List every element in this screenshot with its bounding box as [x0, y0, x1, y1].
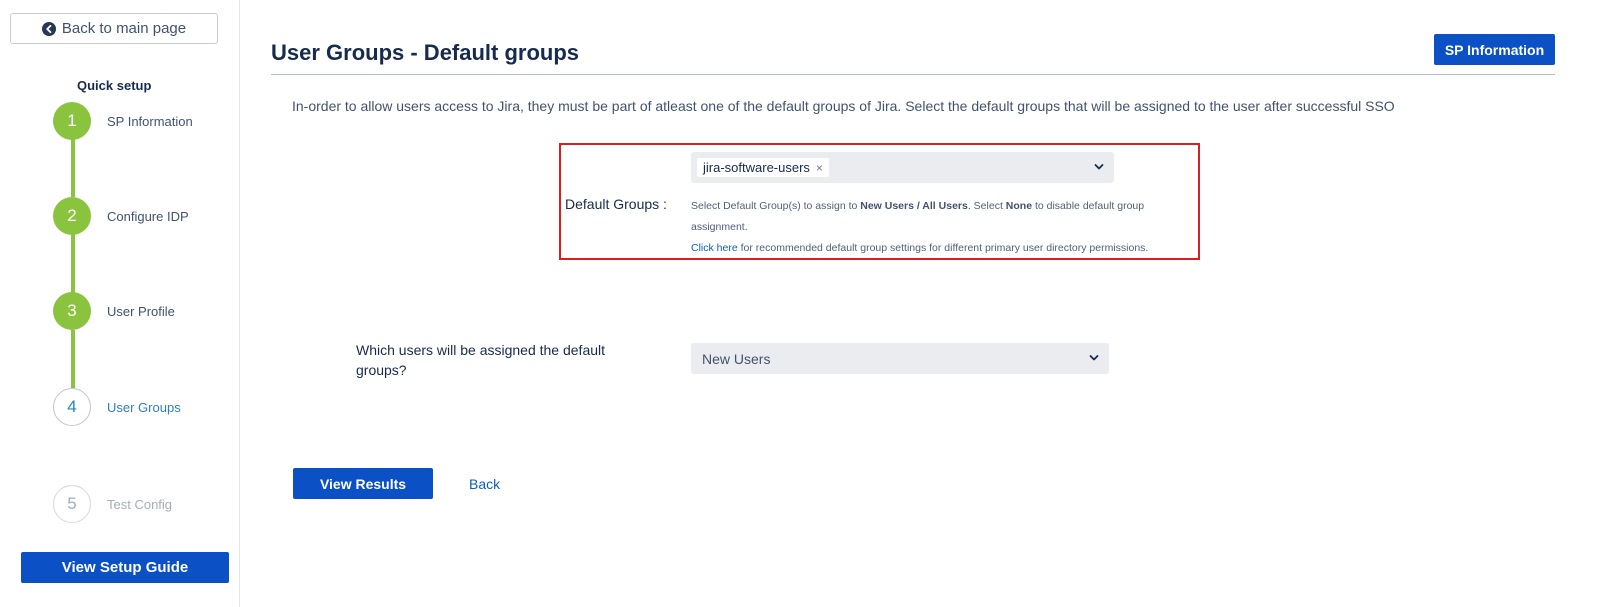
- step-number-badge: 3: [53, 292, 91, 330]
- sp-information-button[interactable]: SP Information: [1434, 34, 1555, 65]
- step-label: SP Information: [107, 113, 193, 129]
- step-label: User Profile: [107, 303, 175, 319]
- step-sp-information[interactable]: 1 SP Information: [53, 102, 233, 140]
- step-label: Configure IDP: [107, 208, 189, 224]
- step-user-groups[interactable]: 4 User Groups: [53, 388, 233, 426]
- page-title: User Groups - Default groups: [271, 40, 580, 65]
- step-number-badge: 5: [53, 485, 91, 523]
- quick-setup-title: Quick setup: [77, 78, 152, 93]
- recommended-settings-link[interactable]: Click here: [691, 242, 738, 254]
- chevron-down-icon: [1094, 164, 1104, 170]
- default-groups-label: Default Groups :: [565, 196, 667, 212]
- help-bold-text: None: [1005, 200, 1033, 212]
- page: Back to main page Quick setup 1 SP Infor…: [0, 0, 1600, 607]
- step-number-badge: 4: [53, 388, 91, 426]
- assign-users-select[interactable]: New Users: [691, 343, 1109, 374]
- back-link[interactable]: Back: [469, 476, 500, 492]
- view-results-button[interactable]: View Results: [293, 468, 433, 499]
- assign-users-label: Which users will be assigned the default…: [356, 342, 606, 378]
- chevron-down-icon: [1089, 355, 1099, 361]
- step-number-badge: 1: [53, 102, 91, 140]
- step-user-profile[interactable]: 3 User Profile: [53, 292, 233, 330]
- back-to-main-label: Back to main page: [61, 20, 187, 37]
- step-connector-3-4: [71, 330, 75, 388]
- view-setup-guide-button[interactable]: View Setup Guide: [21, 552, 229, 583]
- step-connector-1-2: [71, 139, 75, 197]
- title-divider: [271, 74, 1555, 75]
- step-label: Test Config: [107, 496, 173, 512]
- assign-users-value: New Users: [702, 350, 771, 367]
- back-to-main-button[interactable]: Back to main page: [10, 13, 218, 44]
- sidebar: Back to main page Quick setup 1 SP Infor…: [0, 0, 240, 607]
- help-bold-text: New Users / All Users: [860, 200, 968, 212]
- step-number-badge: 2: [53, 197, 91, 235]
- default-groups-help: Select Default Group(s) to assign to New…: [691, 196, 1196, 259]
- default-groups-select[interactable]: jira-software-users ×: [691, 152, 1114, 183]
- arrow-left-circle-icon: [41, 21, 56, 36]
- group-tag-label: jira-software-users: [703, 160, 810, 175]
- close-icon[interactable]: ×: [816, 161, 823, 175]
- step-label: User Groups: [107, 399, 181, 415]
- step-connector-2-3: [71, 234, 75, 293]
- help-text: . Select: [967, 200, 1006, 212]
- main-content: User Groups - Default groups SP Informat…: [240, 0, 1600, 607]
- step-test-config[interactable]: 5 Test Config: [53, 485, 233, 523]
- help-text: Select Default Group(s) to assign to: [691, 200, 861, 212]
- group-tag: jira-software-users ×: [697, 158, 829, 177]
- step-configure-idp[interactable]: 2 Configure IDP: [53, 197, 233, 235]
- intro-text: In-order to allow users access to Jira, …: [292, 98, 1395, 114]
- help-text: for recommended default group settings f…: [737, 242, 1149, 254]
